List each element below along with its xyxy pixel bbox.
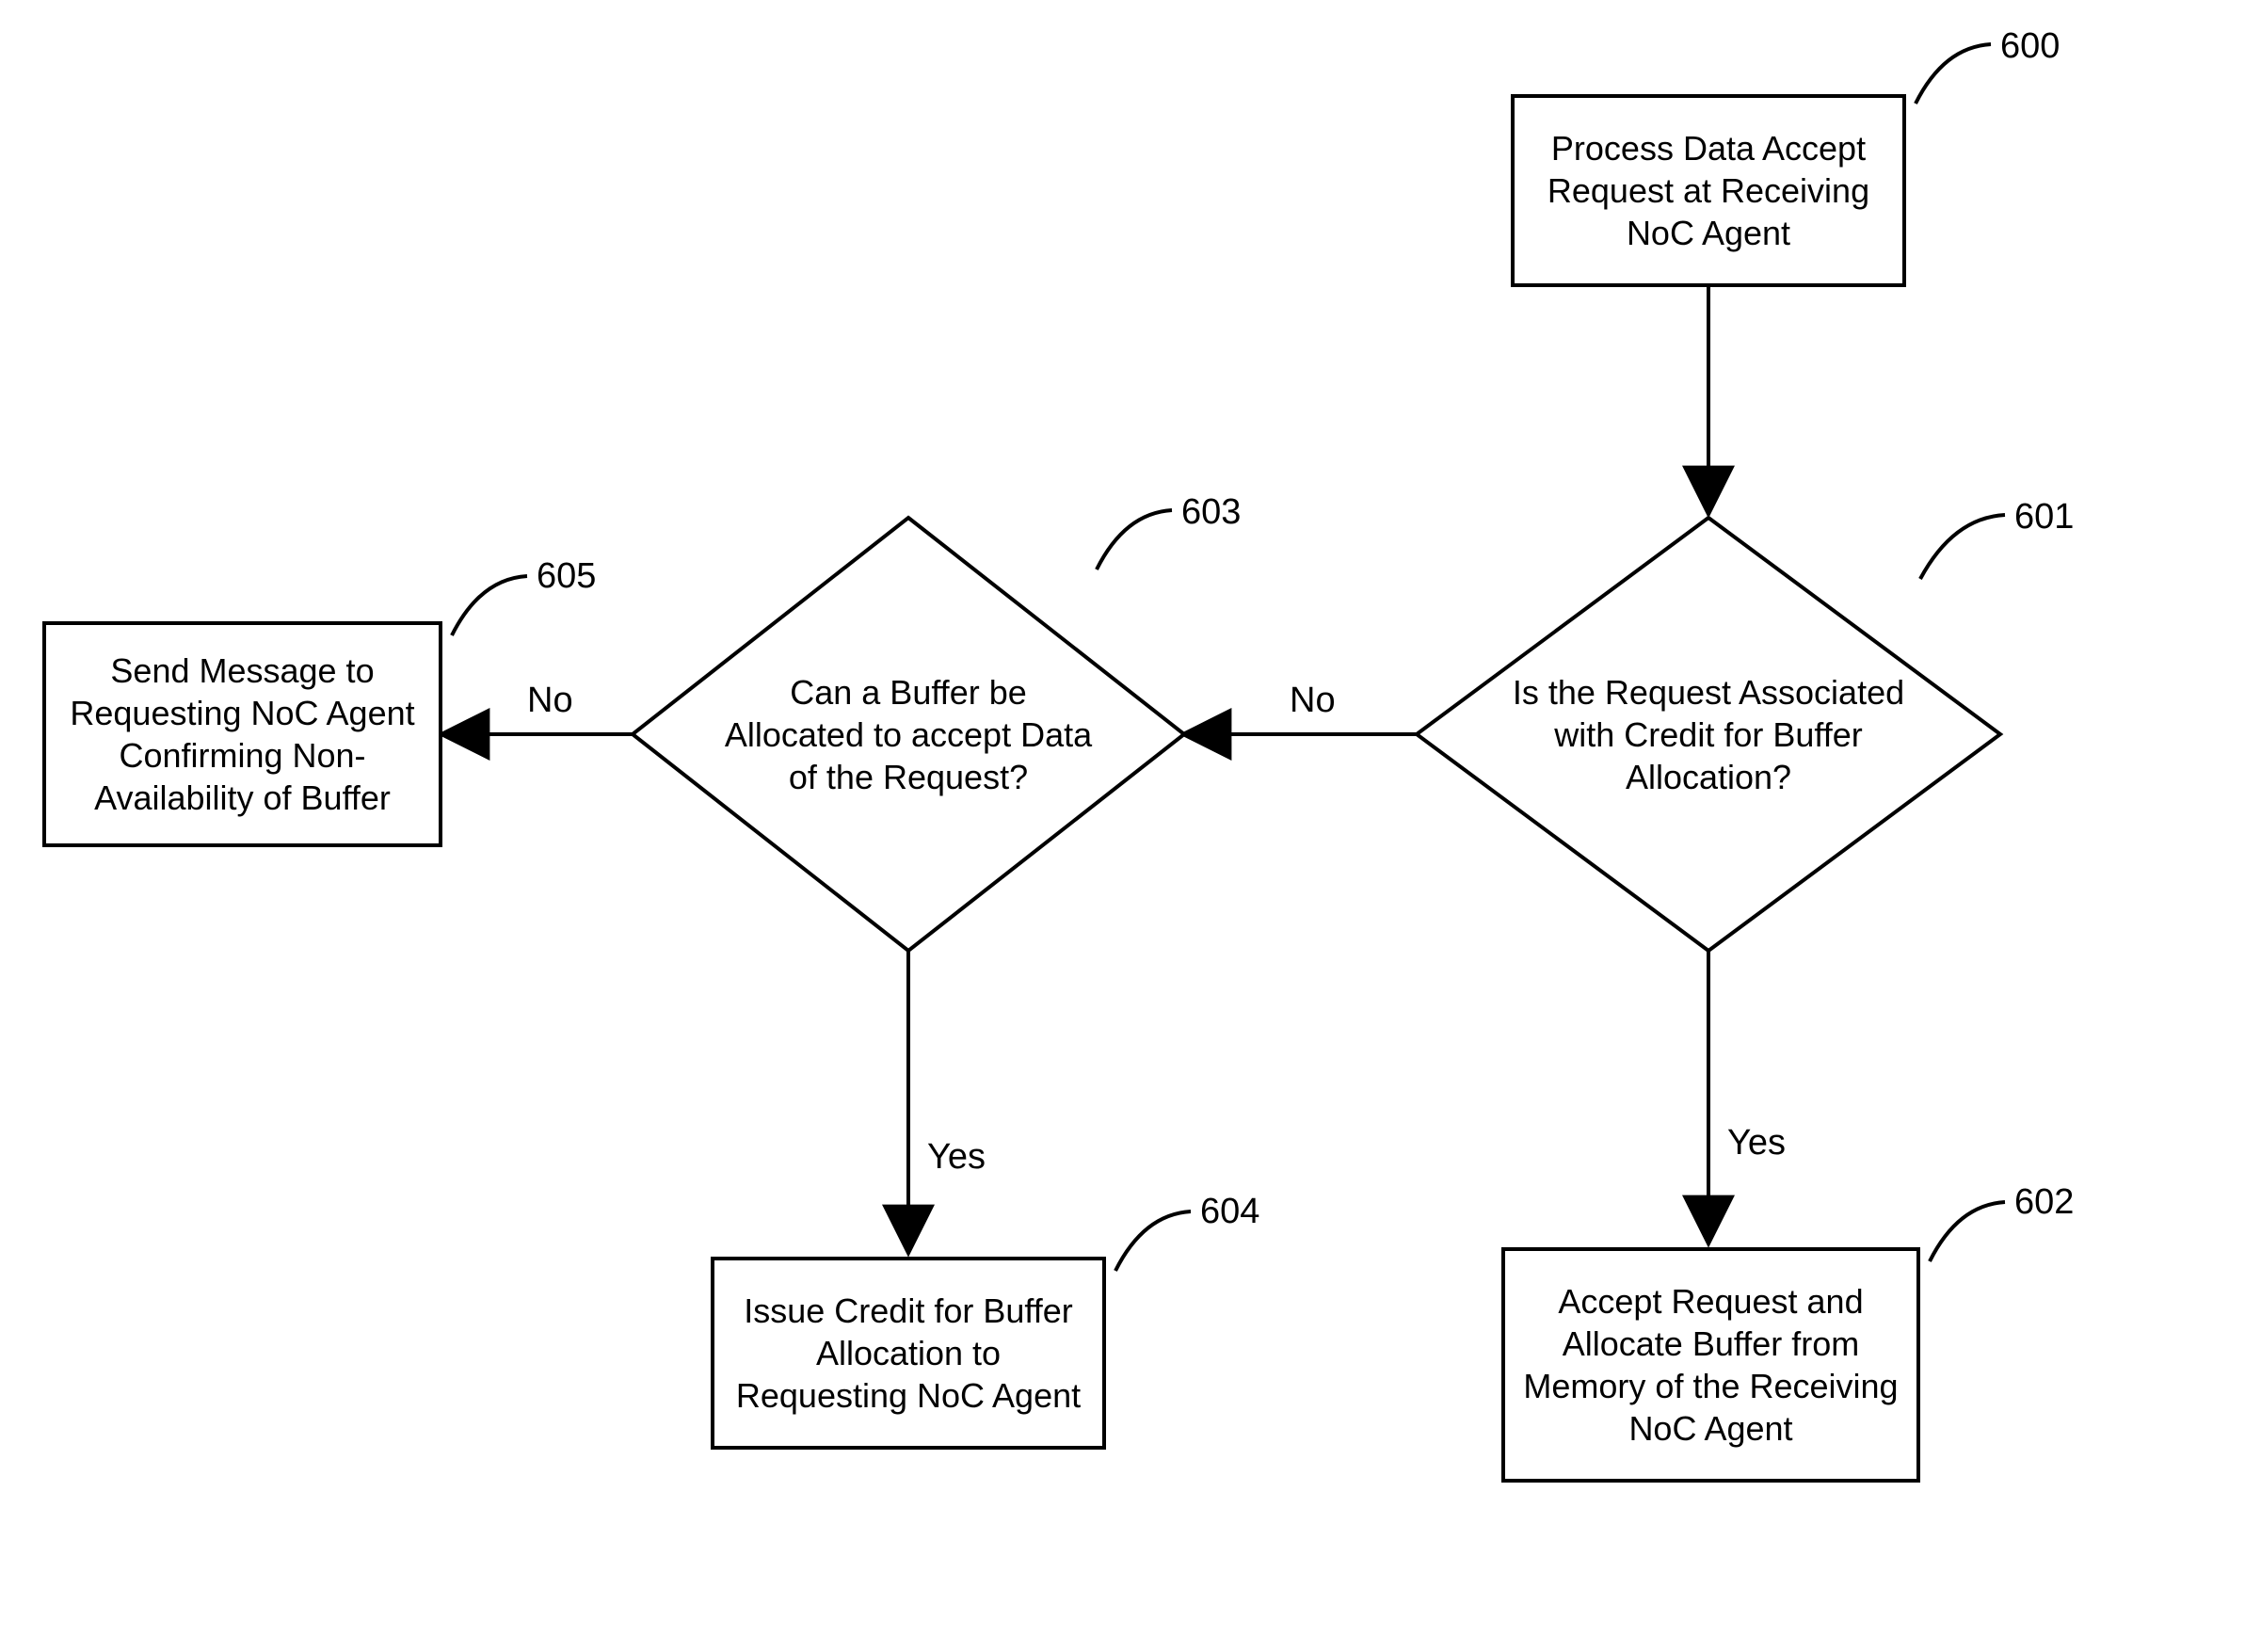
ref-602-text: 602	[2014, 1184, 2074, 1220]
ref-604-text: 604	[1200, 1194, 1259, 1229]
label-no-601: No	[1290, 682, 1336, 718]
ref-603-text: 603	[1181, 494, 1241, 530]
ref-605-text: 605	[537, 558, 596, 594]
flowchart-canvas: Process Data Accept Request at Receiving…	[0, 0, 2261, 1652]
label-no-603: No	[527, 682, 573, 718]
decision-603-text: Can a Buffer be Allocated to accept Data…	[717, 671, 1099, 798]
box-605-send-unavailable: Send Message to Requesting NoC Agent Con…	[42, 621, 442, 847]
label-yes-603: Yes	[927, 1139, 986, 1175]
box-602-text: Accept Request and Allocate Buffer from …	[1520, 1280, 1901, 1450]
box-604-issue-credit: Issue Credit for Buffer Allocation to Re…	[711, 1257, 1106, 1450]
box-600-text: Process Data Accept Request at Receiving…	[1530, 127, 1887, 254]
box-605-text: Send Message to Requesting NoC Agent Con…	[61, 650, 424, 819]
ref-600-text: 600	[2000, 28, 2060, 64]
box-602-accept-allocate: Accept Request and Allocate Buffer from …	[1501, 1247, 1920, 1483]
box-604-text: Issue Credit for Buffer Allocation to Re…	[730, 1290, 1087, 1417]
decision-601-credit-check: Is the Request Associated with Credit fo…	[1417, 518, 2000, 951]
ref-601-text: 601	[2014, 499, 2074, 535]
label-yes-601: Yes	[1727, 1125, 1786, 1161]
decision-603-buffer-available: Can a Buffer be Allocated to accept Data…	[633, 518, 1184, 951]
decision-601-text: Is the Request Associated with Credit fo…	[1501, 671, 1916, 798]
box-600-process-request: Process Data Accept Request at Receiving…	[1511, 94, 1906, 287]
